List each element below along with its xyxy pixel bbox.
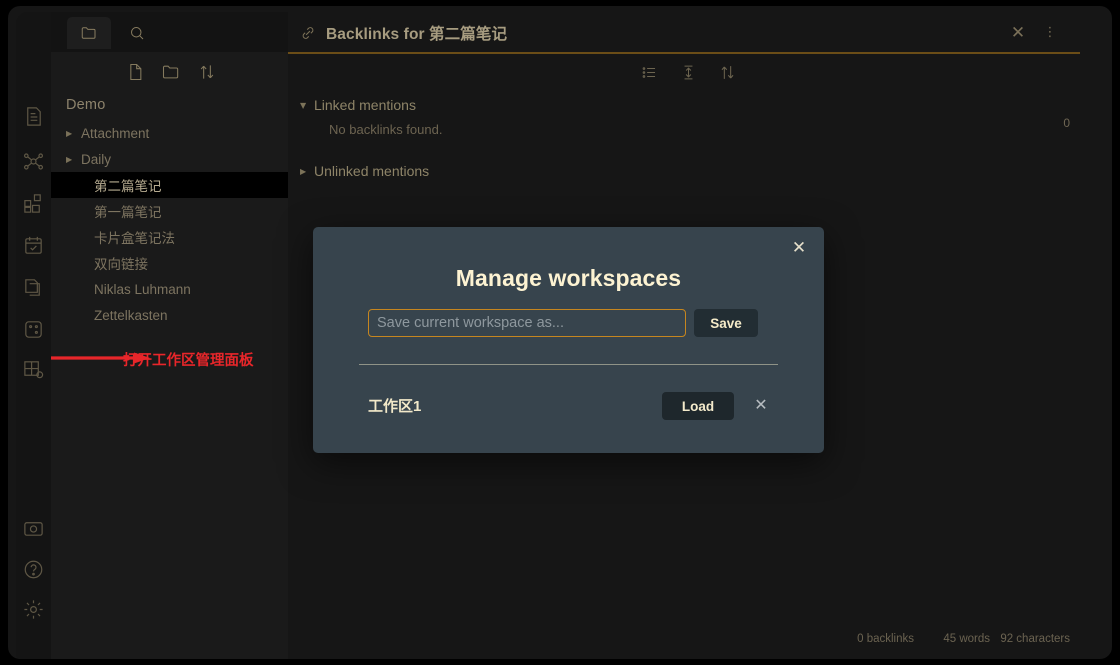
tree-item-label: Zettelkasten <box>94 308 168 323</box>
link-icon <box>299 24 317 42</box>
random-note-icon[interactable] <box>22 318 45 341</box>
sort-icon[interactable] <box>197 62 219 84</box>
sidebar-tabs <box>51 12 288 52</box>
tree-item-file[interactable]: ▶ 卡片盒笔记法 <box>51 224 288 250</box>
list-icon[interactable] <box>640 63 660 83</box>
tree-item-label: Daily <box>81 152 111 167</box>
close-icon[interactable]: ✕ <box>788 237 810 259</box>
vault-name: Demo <box>66 97 105 113</box>
linked-mentions-label: Linked mentions <box>314 97 416 113</box>
new-file-icon[interactable] <box>125 62 147 84</box>
linked-mentions-header[interactable]: ▼ Linked mentions <box>300 92 1080 118</box>
app-window: Backlinks for 第二篇笔记 ✕ ⋮ <box>8 6 1112 659</box>
graph-view-icon[interactable] <box>22 150 45 173</box>
annotation-open-workspace-panel: 打开工作区管理面板 <box>123 349 254 370</box>
help-icon[interactable] <box>22 558 45 581</box>
camera-icon[interactable] <box>22 517 45 540</box>
status-backlinks: 0 backlinks <box>857 633 914 645</box>
modal-title: Manage workspaces <box>313 265 824 292</box>
tree-item-file[interactable]: ▶ 第一篇笔记 <box>51 198 288 224</box>
sidebar-toolbar <box>51 52 288 94</box>
sort-icon[interactable] <box>718 63 738 83</box>
settings-icon[interactable] <box>22 598 45 621</box>
modal-divider <box>359 364 778 365</box>
icon-rail <box>16 12 51 659</box>
panel-header: Backlinks for 第二篇笔记 ✕ ⋮ <box>288 12 1080 54</box>
tree-item-label: 第二篇笔记 <box>94 175 162 195</box>
load-workspace-button[interactable]: Load <box>662 392 734 420</box>
page-title: Backlinks for 第二篇笔记 <box>326 22 507 44</box>
status-bar: 0 backlinks 45 words 92 characters <box>288 629 1080 653</box>
daily-note-icon[interactable] <box>22 105 45 128</box>
tree-item-folder[interactable]: ▶ Attachment <box>51 120 288 146</box>
panel-toolbar <box>288 54 1080 92</box>
tree-item-file[interactable]: ▶ Zettelkasten <box>51 302 288 328</box>
file-explorer-sidebar: Demo ▶ Attachment ▶ Daily ▶ 第二篇笔记 ▶ 第一篇笔… <box>51 12 288 659</box>
linked-mentions-section: ▼ Linked mentions No backlinks found. <box>288 92 1080 142</box>
tab-search[interactable] <box>115 17 159 49</box>
chevron-right-icon: ▶ <box>300 167 314 176</box>
workspaces-icon[interactable] <box>22 358 45 381</box>
calendar-icon[interactable] <box>22 234 45 257</box>
chevron-right-icon: ▶ <box>66 155 79 164</box>
chevron-right-icon: ▶ <box>66 129 79 138</box>
save-workspace-button[interactable]: Save <box>694 309 758 337</box>
tree-item-folder[interactable]: ▶ Daily <box>51 146 288 172</box>
templates-icon[interactable] <box>22 276 45 299</box>
tree-item-label: Niklas Luhmann <box>94 282 191 297</box>
tree-item-label: 卡片盒笔记法 <box>94 227 175 247</box>
unlinked-mentions-section: ▶ Unlinked mentions <box>288 158 1080 184</box>
close-panel-button[interactable]: ✕ <box>1008 23 1028 43</box>
panel-menu-button[interactable]: ⋮ <box>1040 23 1060 43</box>
save-workspace-input[interactable] <box>368 309 686 337</box>
new-folder-icon[interactable] <box>161 62 183 84</box>
status-words: 45 words <box>943 633 990 645</box>
canvas-icon[interactable] <box>22 192 45 215</box>
no-backlinks-text: No backlinks found. <box>300 118 1080 142</box>
tree-item-file-selected[interactable]: ▶ 第二篇笔记 <box>51 172 288 198</box>
tree-item-label: 第一篇笔记 <box>94 201 162 221</box>
backlink-count-badge: 0 <box>1063 116 1070 130</box>
tree-item-file[interactable]: ▶ 双向链接 <box>51 250 288 276</box>
tree-item-label: 双向链接 <box>94 253 148 273</box>
tab-files[interactable] <box>67 17 111 49</box>
delete-workspace-icon[interactable]: ✕ <box>749 393 773 417</box>
tree-item-label: Attachment <box>81 126 149 141</box>
tree-item-file[interactable]: ▶ Niklas Luhmann <box>51 276 288 302</box>
workspace-item-label: 工作区1 <box>368 395 421 416</box>
unlinked-mentions-header[interactable]: ▶ Unlinked mentions <box>300 158 1080 184</box>
unlinked-mentions-label: Unlinked mentions <box>314 163 429 179</box>
status-characters: 92 characters <box>1000 633 1070 645</box>
file-tree: ▶ Attachment ▶ Daily ▶ 第二篇笔记 ▶ 第一篇笔记 ▶ <box>51 120 288 328</box>
collapse-icon[interactable] <box>679 63 699 83</box>
manage-workspaces-modal: ✕ Manage workspaces Save 工作区1 Load ✕ <box>313 227 824 453</box>
app-root: ❮ ❮ Backlinks for 第二篇笔记 ✕ ⋮ <box>0 0 1120 665</box>
chevron-down-icon: ▼ <box>300 101 314 110</box>
